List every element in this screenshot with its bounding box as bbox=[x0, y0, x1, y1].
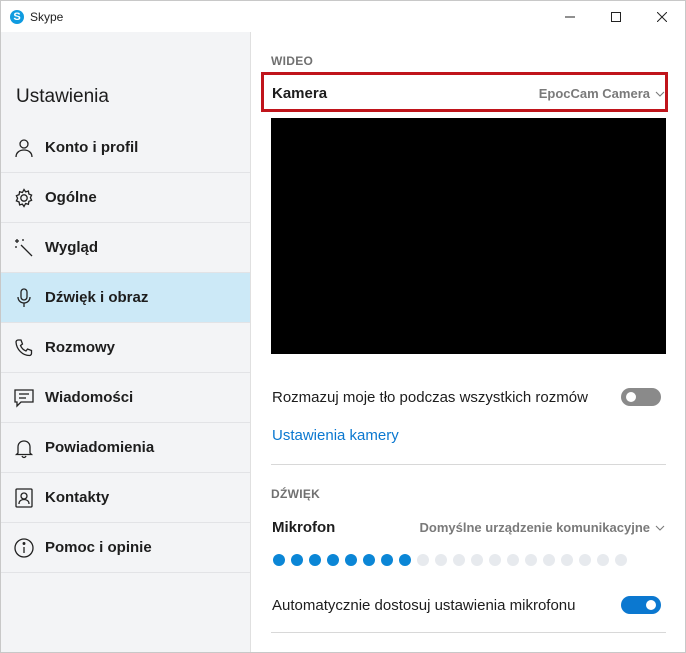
mic-level-dot bbox=[453, 554, 465, 566]
nav-item-label: Dźwięk i obraz bbox=[45, 289, 149, 306]
video-section-title: WIDEO bbox=[271, 54, 314, 68]
close-button[interactable] bbox=[639, 1, 685, 32]
phone-icon bbox=[13, 337, 35, 359]
nav-item-label: Kontakty bbox=[45, 489, 110, 506]
auto-adjust-mic-toggle[interactable] bbox=[621, 596, 661, 614]
microphone-level-meter bbox=[273, 554, 627, 566]
minimize-button[interactable] bbox=[547, 1, 593, 32]
microphone-icon bbox=[13, 287, 35, 309]
bell-icon bbox=[13, 437, 35, 459]
info-icon bbox=[13, 537, 35, 559]
mic-level-dot bbox=[309, 554, 321, 566]
mic-level-dot bbox=[579, 554, 591, 566]
maximize-icon bbox=[611, 11, 621, 22]
gear-icon bbox=[13, 187, 35, 209]
window-controls bbox=[547, 1, 685, 32]
nav-item-messages[interactable]: Wiadomości bbox=[1, 373, 250, 423]
toggle-knob bbox=[626, 392, 636, 402]
mic-level-dot bbox=[381, 554, 393, 566]
chevron-down-icon bbox=[655, 525, 665, 531]
nav-item-label: Ogólne bbox=[45, 189, 97, 206]
mic-level-dot bbox=[543, 554, 555, 566]
mic-level-dot bbox=[417, 554, 429, 566]
settings-content: WIDEO Kamera EpocCam Camera Rozmazuj moj… bbox=[251, 32, 685, 652]
mic-level-dot bbox=[597, 554, 609, 566]
maximize-button[interactable] bbox=[593, 1, 639, 32]
nav-item-label: Rozmowy bbox=[45, 339, 116, 356]
audio-section-title: DŹWIĘK bbox=[271, 487, 321, 501]
window-title: Skype bbox=[30, 9, 64, 24]
toggle-knob bbox=[646, 600, 656, 610]
microphone-dropdown[interactable]: Domyślne urządzenie komunikacyjne bbox=[420, 520, 665, 535]
camera-dropdown[interactable]: EpocCam Camera bbox=[539, 86, 665, 101]
nav-item-label: Wiadomości bbox=[45, 389, 134, 406]
mic-level-dot bbox=[615, 554, 627, 566]
section-divider bbox=[271, 632, 666, 633]
settings-sidebar: Ustawienia Konto i profil Ogólne Wygląd bbox=[1, 32, 251, 652]
person-icon bbox=[13, 137, 35, 159]
mic-level-dot bbox=[291, 554, 303, 566]
mic-level-dot bbox=[363, 554, 375, 566]
auto-adjust-mic-label: Automatycznie dostosuj ustawienia mikrof… bbox=[272, 597, 576, 614]
mic-level-dot bbox=[471, 554, 483, 566]
skype-logo-icon: S bbox=[10, 9, 24, 24]
minimize-icon bbox=[565, 16, 575, 17]
mic-level-dot bbox=[507, 554, 519, 566]
microphone-label: Mikrofon bbox=[272, 519, 336, 536]
mic-level-dot bbox=[561, 554, 573, 566]
background-blur-label: Rozmazuj moje tło podczas wszystkich roz… bbox=[272, 389, 588, 406]
nav-item-general[interactable]: Ogólne bbox=[1, 173, 250, 223]
mic-level-dot bbox=[399, 554, 411, 566]
nav-item-appearance[interactable]: Wygląd bbox=[1, 223, 250, 273]
nav-item-label: Pomoc i opinie bbox=[45, 539, 152, 556]
nav-item-account[interactable]: Konto i profil bbox=[1, 123, 250, 173]
message-icon bbox=[13, 387, 35, 409]
settings-nav: Konto i profil Ogólne Wygląd Dźwięk i ob… bbox=[1, 123, 250, 573]
microphone-dropdown-value: Domyślne urządzenie komunikacyjne bbox=[419, 520, 650, 535]
title-bar: S Skype bbox=[1, 1, 685, 32]
skype-window: S Skype Ustawienia Konto i profil Ogólne… bbox=[0, 0, 686, 653]
chevron-down-icon bbox=[655, 91, 665, 97]
nav-item-audio-video[interactable]: Dźwięk i obraz bbox=[1, 273, 250, 323]
magic-wand-icon bbox=[13, 237, 35, 259]
nav-item-notifications[interactable]: Powiadomienia bbox=[1, 423, 250, 473]
sidebar-heading: Ustawienia bbox=[16, 86, 109, 107]
background-blur-toggle[interactable] bbox=[621, 388, 661, 406]
mic-level-dot bbox=[489, 554, 501, 566]
nav-item-calls[interactable]: Rozmowy bbox=[1, 323, 250, 373]
mic-level-dot bbox=[273, 554, 285, 566]
nav-item-label: Powiadomienia bbox=[45, 439, 155, 456]
nav-item-label: Konto i profil bbox=[45, 139, 139, 156]
mic-level-dot bbox=[525, 554, 537, 566]
camera-label: Kamera bbox=[272, 85, 328, 102]
nav-item-label: Wygląd bbox=[45, 239, 99, 256]
contact-card-icon bbox=[13, 487, 35, 509]
nav-item-contacts[interactable]: Kontakty bbox=[1, 473, 250, 523]
camera-settings-link[interactable]: Ustawienia kamery bbox=[272, 427, 399, 444]
mic-level-dot bbox=[327, 554, 339, 566]
nav-item-help[interactable]: Pomoc i opinie bbox=[1, 523, 250, 573]
mic-level-dot bbox=[345, 554, 357, 566]
camera-dropdown-value: EpocCam Camera bbox=[538, 86, 650, 101]
mic-level-dot bbox=[435, 554, 447, 566]
close-icon bbox=[657, 11, 667, 22]
section-divider bbox=[271, 464, 666, 465]
camera-preview bbox=[271, 118, 666, 354]
